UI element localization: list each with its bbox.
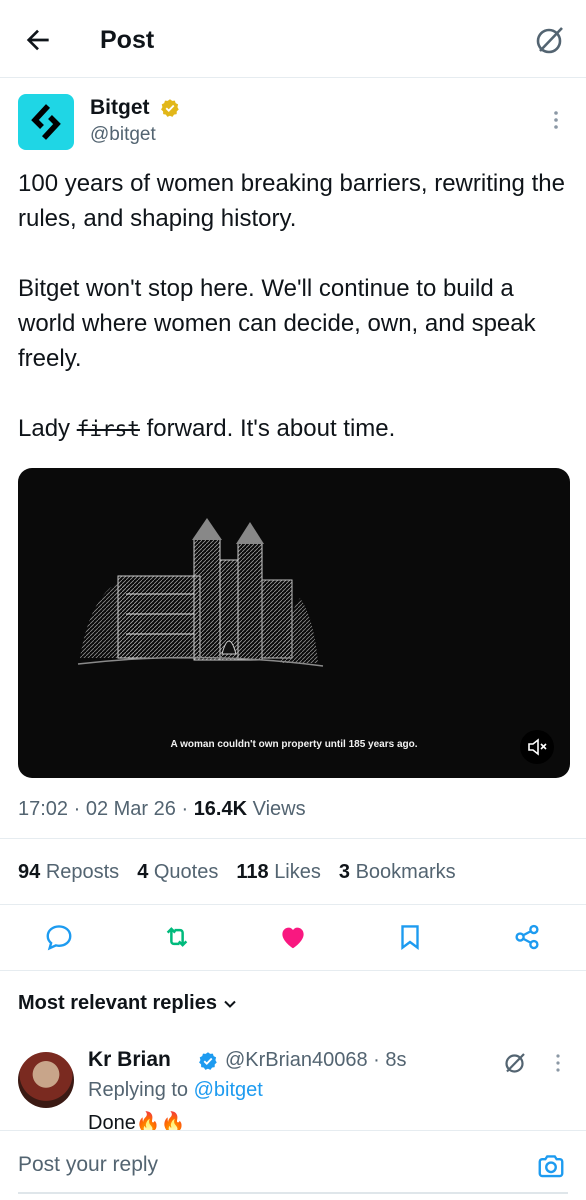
post-paragraph-2: Bitget won't stop here. We'll continue t… xyxy=(18,275,536,372)
post-stats: 94 Reposts 4 Quotes 118 Likes 3 Bookmarks xyxy=(18,861,474,884)
reply-author-handle[interactable]: @KrBrian40068 · 8s xyxy=(225,1049,407,1072)
grok-icon[interactable] xyxy=(502,1050,528,1076)
video-caption: A woman couldn't own property until 185 … xyxy=(170,739,418,750)
replying-prefix: Replying to xyxy=(88,1079,194,1101)
views-count: 16.4K xyxy=(193,798,248,820)
post-body: 100 years of women breaking barriers, re… xyxy=(18,166,568,447)
post-paragraph-1: 100 years of women breaking barriers, re… xyxy=(18,170,565,232)
arrow-left-icon[interactable] xyxy=(22,24,54,56)
post-author: Bitget @bitget xyxy=(18,94,568,154)
camera-icon[interactable] xyxy=(536,1151,566,1181)
stat-bookmarks[interactable]: 3 Bookmarks xyxy=(339,861,456,883)
share-icon[interactable] xyxy=(512,922,542,952)
divider xyxy=(0,970,586,971)
reply-item[interactable]: Kr Brian @KrBrian40068 · 8s Replying to … xyxy=(18,1048,568,1132)
bookmark-icon[interactable] xyxy=(395,922,425,952)
author-name[interactable]: Bitget xyxy=(90,96,150,120)
divider xyxy=(0,838,586,839)
stat-reposts[interactable]: 94 Reposts xyxy=(18,861,119,883)
reply-input[interactable] xyxy=(18,1153,498,1177)
volume-muted-icon xyxy=(528,738,547,756)
replies-sort-dropdown[interactable]: Most relevant replies xyxy=(18,992,237,1015)
verified-blue-icon xyxy=(199,1052,217,1070)
avatar[interactable] xyxy=(18,1052,74,1108)
replying-to-link[interactable]: @bitget xyxy=(194,1079,263,1101)
reply-composer xyxy=(0,1130,586,1200)
bitget-logo-icon xyxy=(31,104,61,140)
post-date[interactable]: 02 Mar 26 xyxy=(86,798,176,820)
post-meta: 17:02 · 02 Mar 26 · 16.4K Views xyxy=(18,798,306,820)
post-paragraph-3: Lady first forward. It's about time. xyxy=(18,411,568,447)
reply-text: Done🔥🔥 xyxy=(88,1112,186,1132)
verified-gold-icon xyxy=(161,99,179,117)
repost-icon[interactable] xyxy=(162,922,192,952)
action-bar xyxy=(0,918,586,958)
cathedral-illustration xyxy=(77,518,324,667)
composer-underline xyxy=(18,1192,568,1194)
more-options-icon[interactable] xyxy=(544,108,568,132)
stat-quotes[interactable]: 4 Quotes xyxy=(137,861,218,883)
paragraph-3-prefix: Lady xyxy=(18,415,77,442)
like-icon-filled[interactable] xyxy=(278,922,308,952)
reply-icon[interactable] xyxy=(44,922,74,952)
post-video[interactable]: A woman couldn't own property until 185 … xyxy=(18,468,570,778)
divider xyxy=(0,904,586,905)
mute-button[interactable] xyxy=(520,730,554,764)
more-options-icon[interactable] xyxy=(548,1052,568,1074)
views-label: Views xyxy=(252,798,306,820)
bitget-logo-avatar[interactable] xyxy=(18,94,74,150)
stat-likes[interactable]: 118 Likes xyxy=(236,861,321,883)
replying-to-line: Replying to @bitget xyxy=(88,1079,263,1102)
strikethrough-word: first xyxy=(76,417,140,441)
top-bar: Post xyxy=(0,0,586,78)
replies-sort-label: Most relevant replies xyxy=(18,992,217,1014)
reply-author-name[interactable]: Kr Brian xyxy=(88,1048,171,1072)
grok-icon[interactable] xyxy=(532,22,568,58)
page-title: Post xyxy=(100,26,155,54)
chevron-down-icon xyxy=(224,1000,236,1008)
author-handle[interactable]: @bitget xyxy=(90,124,156,146)
paragraph-3-suffix: forward. It's about time. xyxy=(139,415,396,442)
post-time[interactable]: 17:02 xyxy=(18,798,68,820)
